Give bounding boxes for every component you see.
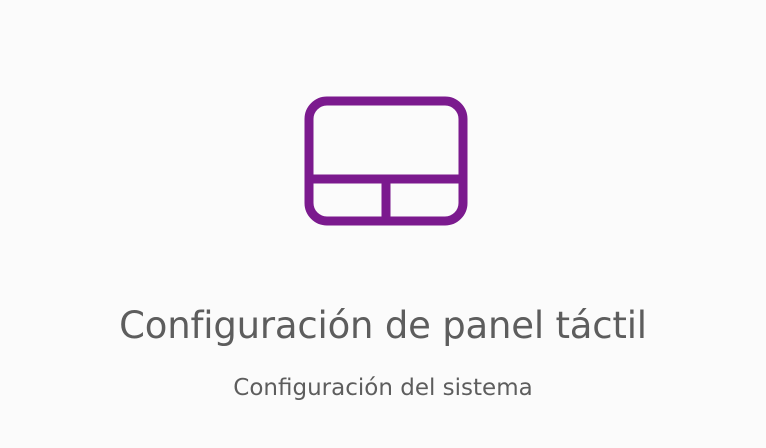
tile-subtitle: Configuración del sistema [233,375,533,401]
touchpad-icon [302,94,470,228]
touchpad-settings-tile[interactable]: Configuración de panel táctil Configurac… [0,0,766,448]
tile-title: Configuración de panel táctil [119,304,647,347]
